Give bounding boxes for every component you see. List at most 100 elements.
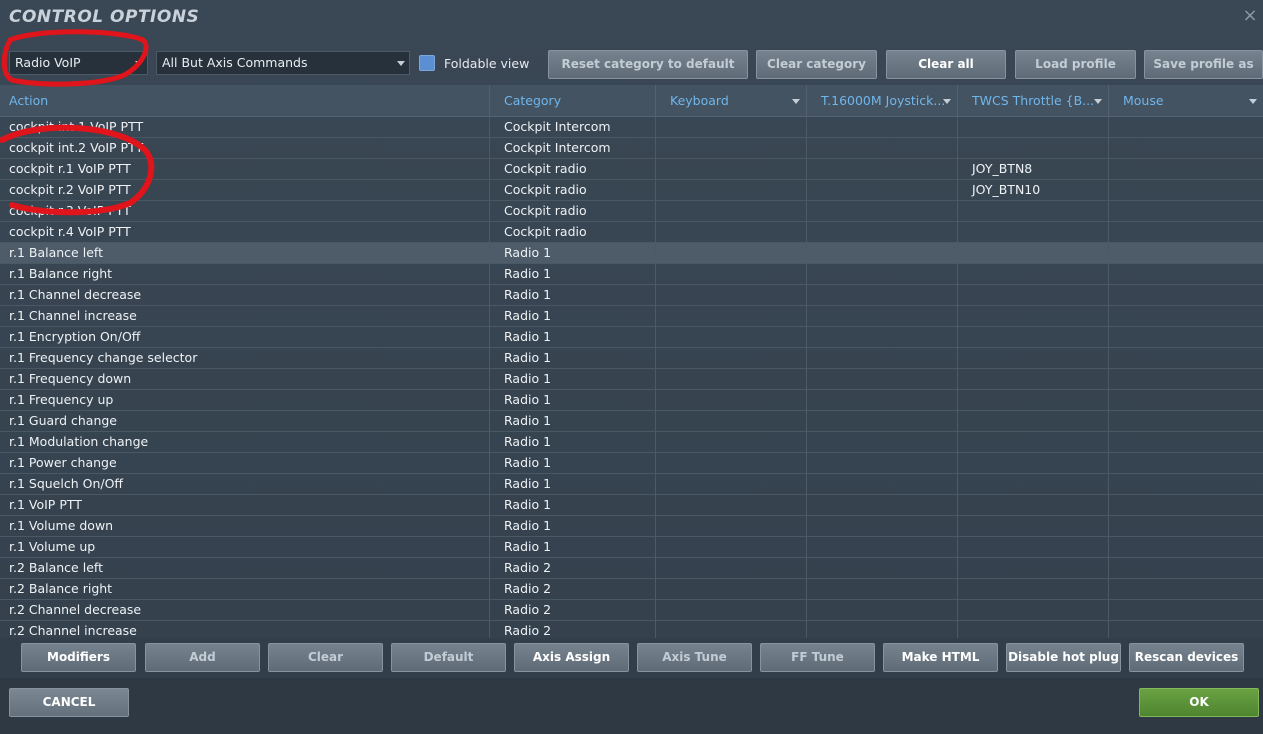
table-row[interactable]: r.2 Balance right Radio 2 — [0, 579, 1263, 600]
reset-category-button[interactable]: Reset category to default — [548, 50, 748, 79]
table-cell[interactable] — [655, 138, 806, 159]
table-cell[interactable] — [806, 537, 957, 558]
table-cell[interactable] — [957, 138, 1108, 159]
table-row[interactable]: r.1 Frequency up Radio 1 — [0, 390, 1263, 411]
table-cell[interactable] — [1108, 264, 1263, 285]
table-cell[interactable] — [957, 411, 1108, 432]
table-cell[interactable] — [806, 453, 957, 474]
column-header-throttle[interactable]: TWCS Throttle {B... — [957, 85, 1108, 117]
table-row[interactable]: cockpit r.2 VoIP PTT Cockpit radio JOY_BTN… — [0, 180, 1263, 201]
table-cell[interactable] — [655, 201, 806, 222]
disable-hot-plug-button[interactable]: Disable hot plug — [1006, 643, 1121, 672]
table-cell[interactable] — [806, 369, 957, 390]
add-button[interactable]: Add — [145, 643, 260, 672]
table-row[interactable]: r.1 Squelch On/Off Radio 1 — [0, 474, 1263, 495]
table-cell[interactable] — [1108, 180, 1263, 201]
modifiers-button[interactable]: Modifiers — [21, 643, 136, 672]
table-cell[interactable] — [1108, 117, 1263, 138]
table-cell[interactable] — [806, 138, 957, 159]
table-cell[interactable] — [957, 243, 1108, 264]
table-cell[interactable] — [806, 474, 957, 495]
table-row[interactable]: r.1 Guard change Radio 1 — [0, 411, 1263, 432]
table-cell[interactable] — [655, 579, 806, 600]
table-cell[interactable] — [655, 180, 806, 201]
table-cell[interactable] — [957, 600, 1108, 621]
table-cell[interactable] — [806, 390, 957, 411]
save-profile-button[interactable]: Save profile as — [1144, 50, 1263, 79]
table-cell[interactable] — [806, 117, 957, 138]
table-row[interactable]: r.1 Volume up Radio 1 — [0, 537, 1263, 558]
table-row[interactable]: cockpit r.4 VoIP PTT Cockpit radio — [0, 222, 1263, 243]
table-row[interactable]: r.1 Encryption On/Off Radio 1 — [0, 327, 1263, 348]
table-row[interactable]: cockpit r.3 VoIP PTT Cockpit radio — [0, 201, 1263, 222]
table-cell[interactable] — [957, 222, 1108, 243]
table-row[interactable]: r.1 Volume down Radio 1 — [0, 516, 1263, 537]
table-cell[interactable] — [655, 495, 806, 516]
axis-tune-button[interactable]: Axis Tune — [637, 643, 752, 672]
table-cell[interactable] — [806, 285, 957, 306]
table-cell[interactable] — [957, 432, 1108, 453]
table-cell[interactable] — [806, 201, 957, 222]
table-cell[interactable] — [1108, 621, 1263, 638]
table-cell[interactable] — [806, 516, 957, 537]
table-cell[interactable] — [1108, 348, 1263, 369]
table-cell[interactable] — [806, 621, 957, 638]
table-cell[interactable] — [655, 159, 806, 180]
table-cell[interactable] — [957, 537, 1108, 558]
clear-button[interactable]: Clear — [268, 643, 383, 672]
table-cell[interactable] — [957, 264, 1108, 285]
table-cell[interactable] — [1108, 138, 1263, 159]
chevron-down-icon[interactable] — [1094, 99, 1102, 104]
table-cell[interactable] — [957, 201, 1108, 222]
make-html-button[interactable]: Make HTML — [883, 643, 998, 672]
table-cell[interactable] — [655, 432, 806, 453]
table-row[interactable]: cockpit int.2 VoIP PTT Cockpit Intercom — [0, 138, 1263, 159]
table-cell[interactable] — [1108, 201, 1263, 222]
foldable-view-checkbox[interactable] — [419, 55, 435, 71]
table-cell[interactable] — [957, 285, 1108, 306]
chevron-down-icon[interactable] — [1249, 99, 1257, 104]
aircraft-select[interactable]: Radio VoIP — [9, 51, 148, 75]
table-cell[interactable] — [1108, 579, 1263, 600]
column-header-keyboard[interactable]: Keyboard — [655, 85, 806, 117]
table-cell[interactable] — [655, 537, 806, 558]
table-cell[interactable] — [957, 327, 1108, 348]
table-cell[interactable] — [1108, 285, 1263, 306]
table-cell[interactable] — [1108, 453, 1263, 474]
table-cell[interactable] — [806, 411, 957, 432]
table-cell[interactable] — [806, 222, 957, 243]
table-cell[interactable] — [806, 558, 957, 579]
chevron-down-icon[interactable] — [943, 99, 951, 104]
axis-assign-button[interactable]: Axis Assign — [514, 643, 629, 672]
column-header-joystick[interactable]: T.16000M Joystick... — [806, 85, 957, 117]
table-cell[interactable] — [655, 285, 806, 306]
table-row[interactable]: r.2 Channel increase Radio 2 — [0, 621, 1263, 638]
table-cell[interactable] — [957, 369, 1108, 390]
table-row[interactable]: r.1 Frequency change selector Radio 1 — [0, 348, 1263, 369]
load-profile-button[interactable]: Load profile — [1015, 50, 1136, 79]
close-icon[interactable]: × — [1241, 7, 1259, 25]
table-row[interactable]: cockpit r.1 VoIP PTT Cockpit radio JOY_BTN… — [0, 159, 1263, 180]
filter-select[interactable]: All But Axis Commands — [156, 51, 410, 75]
table-row[interactable]: r.1 Frequency down Radio 1 — [0, 369, 1263, 390]
table-cell[interactable] — [1108, 474, 1263, 495]
table-cell[interactable] — [1108, 537, 1263, 558]
table-cell[interactable] — [1108, 600, 1263, 621]
column-header-category[interactable]: Category — [489, 85, 655, 117]
table-row[interactable]: r.1 Balance left Radio 1 — [0, 243, 1263, 264]
rescan-devices-button[interactable]: Rescan devices — [1129, 643, 1244, 672]
table-cell[interactable] — [1108, 369, 1263, 390]
table-cell[interactable] — [806, 600, 957, 621]
table-row[interactable]: cockpit int.1 VoIP PTT Cockpit Intercom — [0, 117, 1263, 138]
table-cell[interactable] — [655, 516, 806, 537]
table-cell[interactable] — [806, 348, 957, 369]
table-cell[interactable] — [806, 180, 957, 201]
table-cell[interactable] — [806, 306, 957, 327]
table-cell[interactable] — [806, 159, 957, 180]
table-cell[interactable] — [957, 621, 1108, 638]
cancel-button[interactable]: CANCEL — [9, 688, 129, 717]
chevron-down-icon[interactable] — [792, 99, 800, 104]
table-cell[interactable] — [1108, 411, 1263, 432]
table-cell[interactable] — [1108, 558, 1263, 579]
table-cell[interactable] — [806, 495, 957, 516]
